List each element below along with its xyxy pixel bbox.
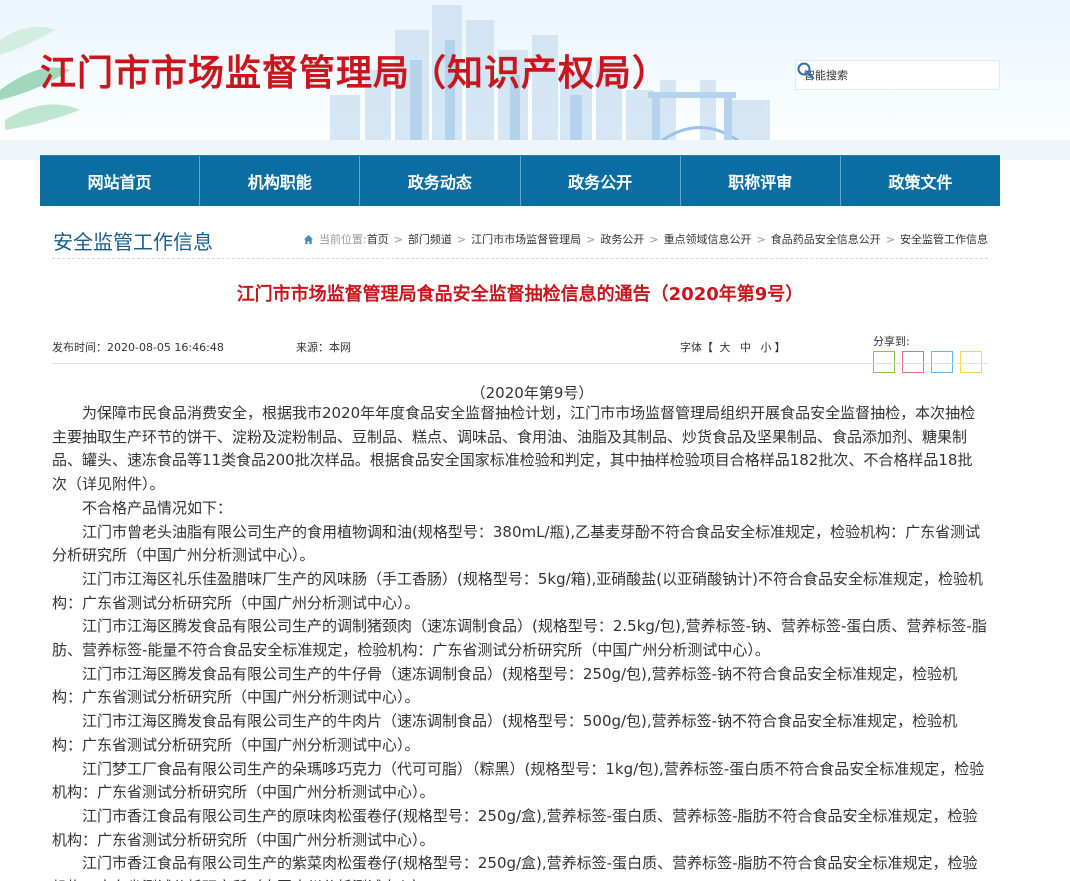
section-divider xyxy=(52,258,988,259)
font-bracket-open: 【 xyxy=(702,341,713,354)
nav-item-home[interactable]: 网站首页 xyxy=(40,156,201,206)
search-input[interactable] xyxy=(804,65,964,85)
nav-item-titles[interactable]: 职称评审 xyxy=(681,156,841,206)
breadcrumb-separator: > xyxy=(885,232,895,246)
search-icon[interactable] xyxy=(796,61,816,81)
share-qzone-icon[interactable] xyxy=(960,351,982,373)
page-body: 安全监管工作信息 当前位置: 首页 > 部门频道 > 江门市市场监督管理局 > … xyxy=(40,206,1000,881)
paragraph: 江门市江海区礼乐佳盈腊味厂生产的风味肠（手工香肠）(规格型号：5kg/箱),亚硝… xyxy=(52,569,983,612)
share-wechat-icon[interactable] xyxy=(873,351,895,373)
breadcrumb-prefix: 当前位置: xyxy=(318,233,367,246)
header-banner: 江门市市场监督管理局（知识产权局） xyxy=(0,0,1070,160)
breadcrumb-separator: > xyxy=(756,232,766,246)
font-size-control: 字体【 大 中 小】 xyxy=(680,339,786,355)
font-bracket-close: 】 xyxy=(774,341,786,354)
home-icon xyxy=(303,234,314,244)
breadcrumb-separator: > xyxy=(456,232,467,246)
issue-number: （2020年第9号） xyxy=(470,384,594,402)
publish-time: 发布时间：2020-08-05 16:46:48 xyxy=(52,341,224,354)
breadcrumb-separator: > xyxy=(649,232,659,246)
article-source: 来源：本网 xyxy=(296,341,351,354)
breadcrumb-item-food-drug[interactable]: 食品药品安全信息公开 xyxy=(771,231,881,247)
paragraph: 江门市江海区腾发食品有限公司生产的牛肉片（速冻调制食品）(规格型号：500g/包… xyxy=(52,712,958,754)
nav-item-functions[interactable]: 机构职能 xyxy=(200,156,361,206)
section-title: 安全监管工作信息 xyxy=(53,230,213,254)
breadcrumb-separator: > xyxy=(393,232,403,246)
breadcrumb-item-public[interactable]: 政务公开 xyxy=(600,231,644,247)
breadcrumb-separator: > xyxy=(586,232,596,246)
font-size-large[interactable]: 大 xyxy=(720,341,731,354)
search-box xyxy=(795,60,1000,90)
font-size-label: 字体 xyxy=(680,341,702,354)
breadcrumb: 当前位置: 首页 > 部门频道 > 江门市市场监督管理局 > 政务公开 > 重点… xyxy=(303,231,988,247)
breadcrumb-item-current[interactable]: 安全监管工作信息 xyxy=(900,231,988,247)
font-size-medium[interactable]: 中 xyxy=(740,341,751,354)
nav-item-public[interactable]: 政务公开 xyxy=(521,156,681,206)
paragraph: 不合格产品情况如下： xyxy=(82,498,233,517)
paragraph: 江门市曾老头油脂有限公司生产的食用植物调和油(规格型号：380mL/瓶),乙基麦… xyxy=(52,522,981,565)
site-title: 江门市市场监督管理局（知识产权局） xyxy=(40,53,670,94)
share-label: 分享到: xyxy=(873,335,910,348)
share-qq-icon[interactable] xyxy=(931,351,953,373)
font-size-small[interactable]: 小 xyxy=(761,341,772,354)
nav-item-policy[interactable]: 政策文件 xyxy=(841,156,1000,206)
main-nav: 网站首页 机构职能 政务动态 政务公开 职称评审 政策文件 xyxy=(40,155,1000,206)
meta-divider xyxy=(52,363,988,364)
paragraph: 江门市香江食品有限公司生产的紫菜肉松蛋卷仔(规格型号：250g/盒),营养标签-… xyxy=(52,854,978,881)
paragraph: 为保障市民食品消费安全，根据我市2020年年度食品安全监督抽检计划，江门市市场监… xyxy=(52,404,976,494)
article-title: 江门市市场监督管理局食品安全监督抽检信息的通告（2020年第9号） xyxy=(236,284,804,305)
breadcrumb-item-department[interactable]: 部门频道 xyxy=(408,231,452,247)
paragraph: 江门市江海区腾发食品有限公司生产的调制猪颈肉（速冻调制食品）(规格型号：2.5k… xyxy=(52,617,987,660)
article-content: 为保障市民食品消费安全，根据我市2020年年度食品安全监督抽检计划，江门市市场监… xyxy=(52,402,987,881)
breadcrumb-item-bureau[interactable]: 江门市市场监督管理局 xyxy=(471,231,581,247)
share-icons xyxy=(873,351,982,373)
nav-item-news[interactable]: 政务动态 xyxy=(360,156,521,206)
breadcrumb-item-home[interactable]: 首页 xyxy=(367,231,389,247)
paragraph: 江门梦工厂食品有限公司生产的朵瑪哆巧克力（代可可脂）（粽黑）(规格型号：1kg/… xyxy=(52,759,985,802)
share-weibo-icon[interactable] xyxy=(902,351,924,373)
paragraph: 江门市香江食品有限公司生产的原味肉松蛋卷仔(规格型号：250g/盒),营养标签-… xyxy=(52,806,978,849)
paragraph: 江门市江海区腾发食品有限公司生产的牛仔骨（速冻调制食品）(规格型号：250g/包… xyxy=(52,664,958,707)
breadcrumb-item-key-areas[interactable]: 重点领域信息公开 xyxy=(664,231,752,247)
